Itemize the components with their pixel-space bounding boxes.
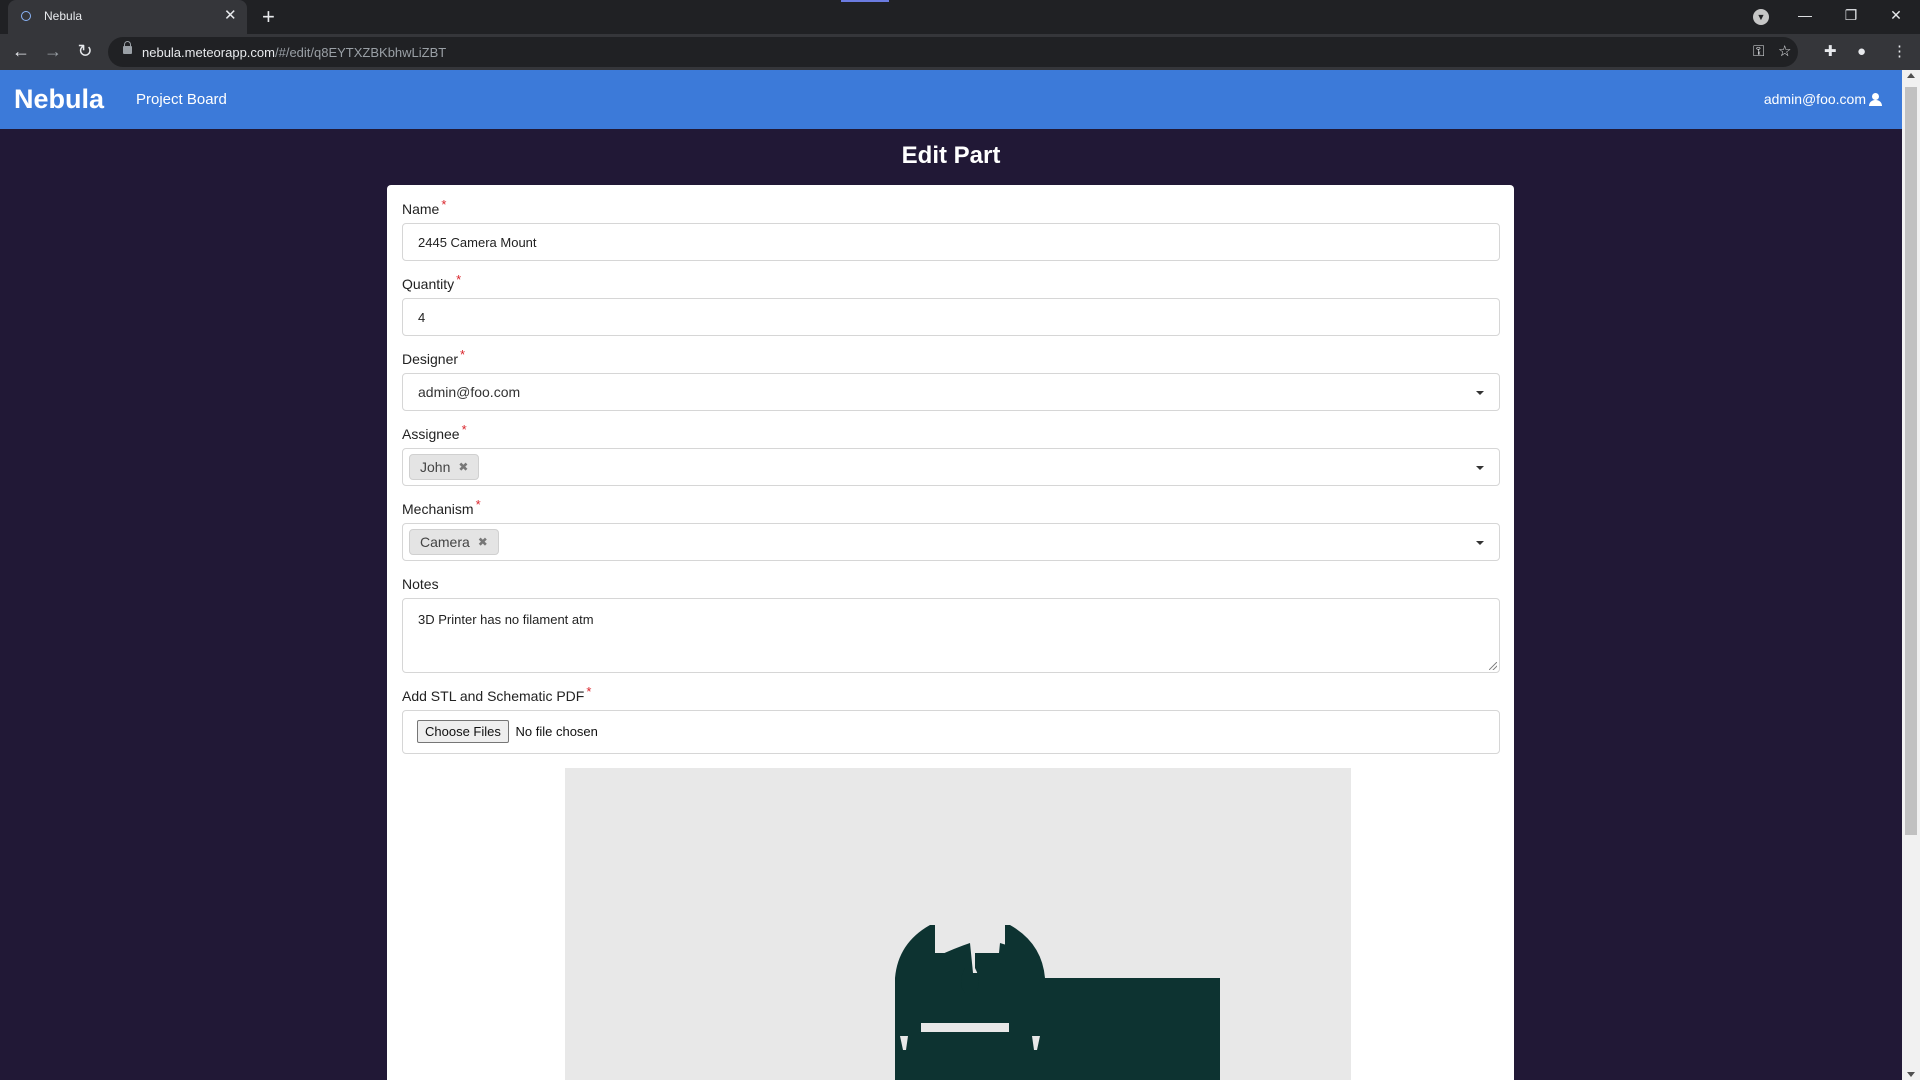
- caret-down-icon[interactable]: [1476, 466, 1484, 470]
- forward-icon[interactable]: →: [42, 40, 64, 62]
- restore-icon[interactable]: ❐: [1836, 4, 1866, 26]
- url-text[interactable]: nebula.meteorapp.com/#/edit/q8EYTXZBKbhw…: [142, 45, 446, 60]
- file-status: No file chosen: [515, 724, 598, 739]
- designer-select[interactable]: admin@foo.com: [402, 373, 1500, 411]
- tab-accent-line: [841, 0, 889, 2]
- quantity-input[interactable]: 4: [402, 298, 1500, 336]
- name-input[interactable]: 2445 Camera Mount: [402, 223, 1500, 261]
- favicon-icon: [21, 11, 31, 21]
- part-preview-image: [565, 768, 1351, 1080]
- quantity-label: Quantity *: [402, 272, 462, 292]
- required-marker: *: [475, 497, 481, 512]
- app-navbar: Nebula Project Board admin@foo.com: [0, 70, 1902, 129]
- lock-icon[interactable]: [123, 41, 132, 54]
- extensions-icon[interactable]: ✚: [1824, 42, 1837, 62]
- close-window-icon[interactable]: ✕: [1881, 4, 1911, 26]
- name-label: Name *: [402, 197, 447, 217]
- caret-down-icon[interactable]: [1476, 541, 1484, 545]
- mechanism-label: Mechanism *: [402, 497, 481, 517]
- close-icon[interactable]: ✖: [478, 534, 488, 554]
- nav-link-project-board[interactable]: Project Board: [136, 91, 227, 108]
- notes-textarea[interactable]: 3D Printer has no filament atm: [402, 598, 1500, 673]
- menu-icon[interactable]: ⋮: [1892, 42, 1907, 62]
- chip-label: Camera: [420, 534, 470, 550]
- browser-tabstrip: Nebula ✕ + ▼ — ❐ ✕: [0, 0, 1920, 34]
- star-icon[interactable]: ☆: [1778, 42, 1791, 62]
- tab-title: Nebula: [44, 9, 83, 23]
- camera-mount-render: [895, 925, 1220, 1080]
- required-marker: *: [586, 684, 592, 699]
- back-icon[interactable]: ←: [10, 40, 32, 62]
- tab-close-icon[interactable]: ✕: [224, 7, 237, 25]
- caret-down-icon[interactable]: [1476, 391, 1484, 395]
- tab-search-icon[interactable]: ▼: [1753, 9, 1769, 25]
- required-marker: *: [460, 347, 466, 362]
- key-icon[interactable]: ⚿: [1753, 42, 1764, 62]
- files-label: Add STL and Schematic PDF *: [402, 684, 592, 704]
- designer-value: admin@foo.com: [418, 384, 521, 400]
- profile-icon[interactable]: ●: [1857, 42, 1866, 62]
- browser-tab[interactable]: Nebula ✕: [8, 0, 247, 34]
- notes-value: 3D Printer has no filament atm: [418, 612, 594, 627]
- new-tab-icon[interactable]: +: [262, 4, 275, 30]
- choose-files-button[interactable]: Choose Files: [417, 720, 509, 743]
- brand-logo[interactable]: Nebula: [14, 84, 104, 115]
- mechanism-chip: Camera ✖: [409, 529, 499, 555]
- notes-label: Notes: [402, 576, 439, 592]
- scroll-down-icon[interactable]: [1907, 1072, 1915, 1077]
- mechanism-select[interactable]: Camera ✖: [402, 523, 1500, 561]
- user-email: admin@foo.com: [1763, 91, 1866, 107]
- required-marker: *: [456, 272, 462, 287]
- reload-icon[interactable]: ↻: [74, 40, 96, 62]
- page-title: Edit Part: [901, 142, 1001, 169]
- user-icon: [1869, 92, 1882, 106]
- assignee-chip: John ✖: [409, 454, 480, 480]
- file-upload-field: Choose Files No file chosen: [402, 710, 1500, 754]
- page-scrollbar[interactable]: [1902, 70, 1920, 1080]
- minimize-icon[interactable]: —: [1790, 4, 1820, 26]
- edit-part-form: Name * 2445 Camera Mount Quantity * 4 Desi…: [387, 185, 1514, 1080]
- browser-toolbar: ← → ↻ nebula.meteorapp.com/#/edit/q8EYTX…: [0, 34, 1920, 70]
- close-icon[interactable]: ✖: [458, 459, 468, 479]
- assignee-label: Assignee *: [402, 422, 467, 442]
- resize-handle[interactable]: [1489, 662, 1497, 670]
- user-menu[interactable]: admin@foo.com: [1764, 91, 1882, 107]
- required-marker: *: [461, 422, 467, 437]
- scroll-up-icon[interactable]: [1907, 73, 1915, 78]
- scroll-thumb[interactable]: [1905, 87, 1917, 835]
- assignee-select[interactable]: John ✖: [402, 448, 1500, 486]
- required-marker: *: [441, 197, 447, 212]
- designer-label: Designer *: [402, 347, 466, 367]
- chip-label: John: [420, 459, 451, 475]
- address-bar[interactable]: nebula.meteorapp.com/#/edit/q8EYTXZBKbhw…: [108, 37, 1798, 67]
